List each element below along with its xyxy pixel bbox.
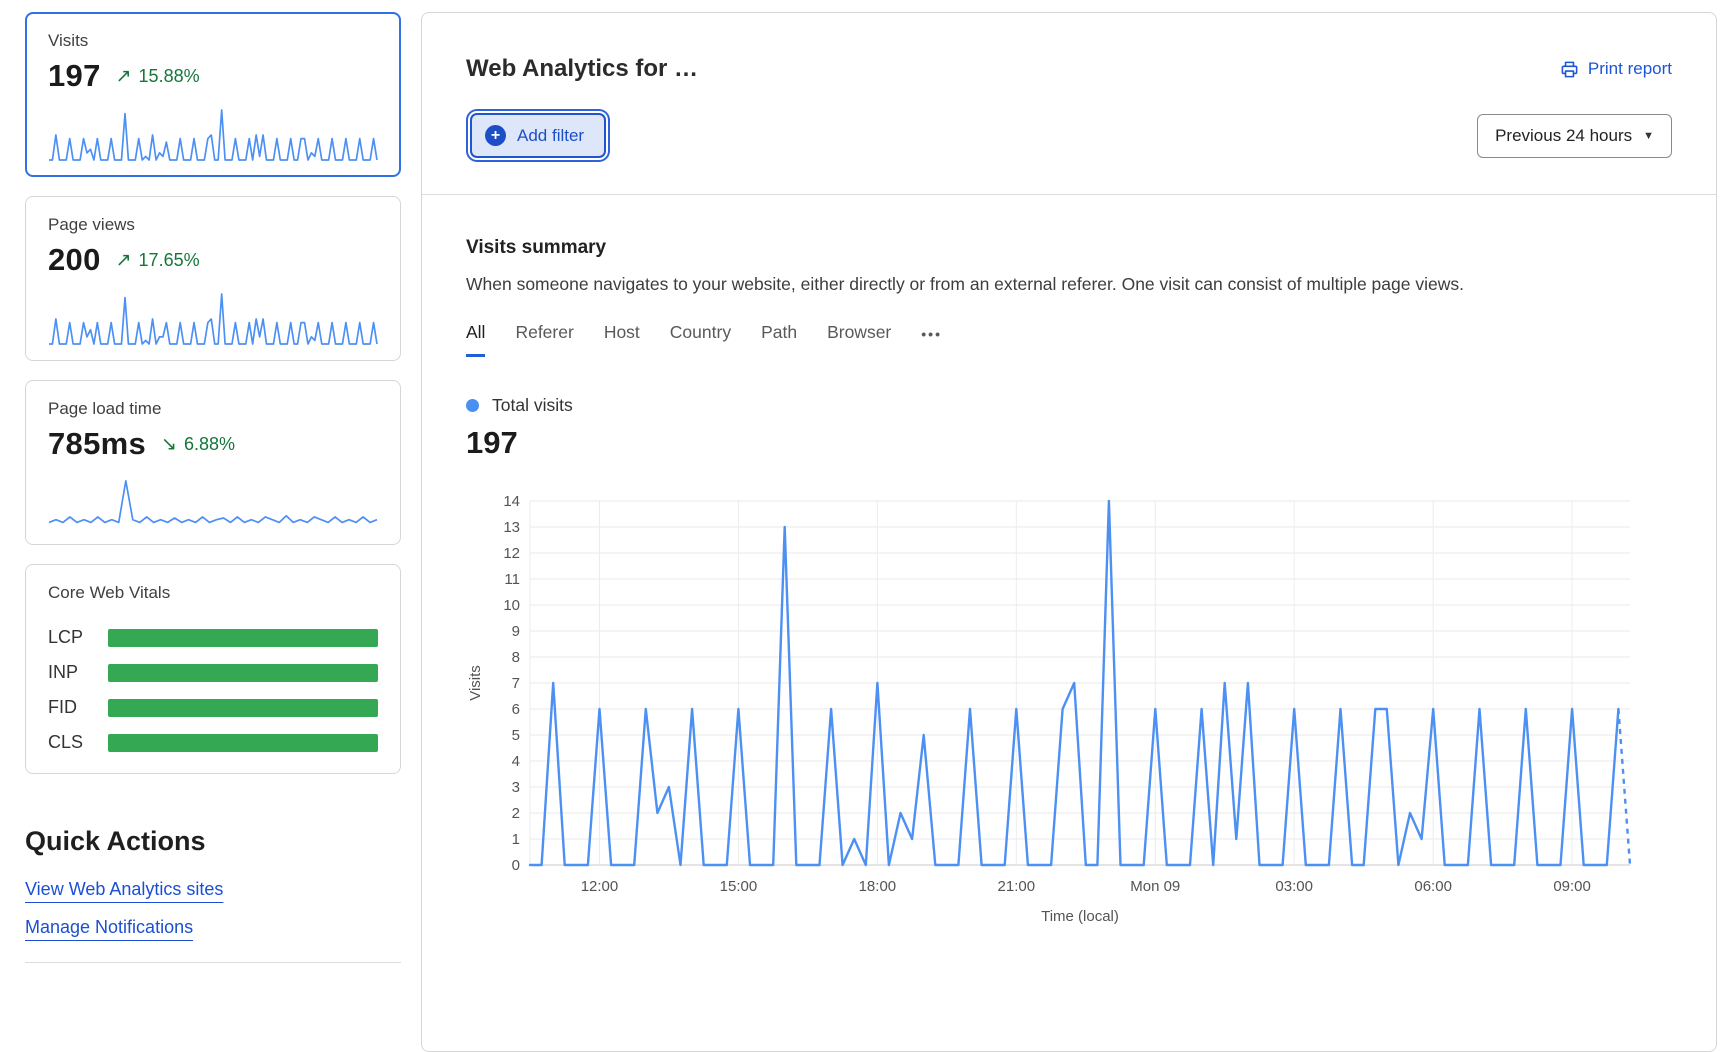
metric-card-page-views[interactable]: Page views 200 ↗ 17.65% [25, 196, 401, 361]
core-web-vitals-card[interactable]: Core Web Vitals LCP INP FID CLS [25, 564, 401, 774]
tab-browser[interactable]: Browser [827, 322, 891, 357]
manage-notifications-link[interactable]: Manage Notifications [25, 917, 193, 938]
plus-circle-icon: + [485, 125, 506, 146]
add-filter-button[interactable]: + Add filter [470, 113, 606, 158]
visits-time-series-chart[interactable]: 0123456789101112131412:0015:0018:0021:00… [466, 485, 1672, 931]
svg-text:6: 6 [512, 701, 520, 718]
vitals-label: INP [48, 662, 108, 683]
svg-text:0: 0 [512, 857, 520, 874]
trend-indicator: ↘ 6.88% [161, 434, 235, 455]
trend-percent: 17.65% [139, 250, 200, 271]
trend-up-arrow-icon: ↗ [116, 67, 132, 86]
svg-text:5: 5 [512, 727, 520, 744]
printer-icon [1560, 60, 1579, 79]
trend-up-arrow-icon: ↗ [116, 251, 132, 270]
trend-percent: 15.88% [139, 66, 200, 87]
vitals-bar-green [108, 699, 378, 717]
time-range-dropdown[interactable]: Previous 24 hours ▼ [1477, 114, 1672, 158]
metric-value: 785ms [48, 426, 146, 462]
svg-text:9: 9 [512, 623, 520, 640]
vitals-bar-green [108, 664, 378, 682]
svg-text:7: 7 [512, 675, 520, 692]
print-report-label: Print report [1588, 59, 1672, 79]
add-filter-label: Add filter [517, 126, 584, 146]
svg-text:12:00: 12:00 [581, 878, 619, 895]
dimension-tabs: All Referer Host Country Path Browser ••… [466, 322, 1672, 357]
page-load-time-sparkline [48, 475, 378, 530]
svg-text:Time (local): Time (local) [1041, 908, 1119, 925]
svg-text:8: 8 [512, 649, 520, 666]
section-description: When someone navigates to your website, … [466, 274, 1672, 295]
svg-text:18:00: 18:00 [859, 878, 897, 895]
chart-legend: Total visits [466, 395, 1672, 416]
time-range-value: Previous 24 hours [1495, 126, 1632, 146]
svg-text:4: 4 [512, 753, 520, 770]
vitals-row-fid: FID [48, 697, 378, 718]
svg-text:1: 1 [512, 831, 520, 848]
page-title: Web Analytics for … [466, 55, 698, 83]
svg-text:12: 12 [503, 545, 520, 562]
print-report-link[interactable]: Print report [1560, 59, 1672, 79]
svg-text:03:00: 03:00 [1275, 878, 1313, 895]
card-title: Page views [48, 215, 378, 235]
svg-text:11: 11 [504, 571, 520, 588]
svg-text:Visits: Visits [467, 665, 484, 701]
svg-text:10: 10 [503, 597, 520, 614]
vitals-bar-green [108, 629, 378, 647]
trend-percent: 6.88% [184, 434, 235, 455]
vitals-row-lcp: LCP [48, 627, 378, 648]
metrics-sidebar: Visits 197 ↗ 15.88% Page views 200 ↗ 17.… [25, 12, 401, 988]
svg-text:06:00: 06:00 [1414, 878, 1452, 895]
legend-label: Total visits [492, 395, 573, 416]
card-title: Visits [48, 31, 378, 51]
svg-text:2: 2 [512, 805, 520, 822]
tab-path[interactable]: Path [761, 322, 797, 357]
metric-card-visits[interactable]: Visits 197 ↗ 15.88% [25, 12, 401, 177]
svg-text:21:00: 21:00 [998, 878, 1036, 895]
vitals-label: LCP [48, 627, 108, 648]
tab-country[interactable]: Country [670, 322, 731, 357]
legend-dot-icon [466, 399, 479, 412]
svg-text:14: 14 [503, 493, 520, 510]
web-analytics-dashboard: Visits 197 ↗ 15.88% Page views 200 ↗ 17.… [0, 0, 1730, 988]
vitals-bar-green [108, 734, 378, 752]
svg-text:15:00: 15:00 [720, 878, 758, 895]
tab-host[interactable]: Host [604, 322, 640, 357]
trend-indicator: ↗ 17.65% [116, 250, 200, 271]
vitals-label: FID [48, 697, 108, 718]
vitals-row-inp: INP [48, 662, 378, 683]
page-views-sparkline [48, 291, 378, 346]
metric-card-page-load-time[interactable]: Page load time 785ms ↘ 6.88% [25, 380, 401, 545]
chevron-down-icon: ▼ [1643, 130, 1654, 142]
tab-more-overflow[interactable]: ••• [921, 322, 942, 357]
analytics-panel: Web Analytics for … Print report + A [421, 12, 1717, 1052]
sidebar-divider [25, 962, 401, 963]
card-value-row: 785ms ↘ 6.88% [48, 426, 378, 462]
visits-sparkline [48, 107, 378, 162]
tab-all[interactable]: All [466, 322, 485, 357]
svg-text:Mon 09: Mon 09 [1130, 878, 1180, 895]
svg-text:09:00: 09:00 [1553, 878, 1591, 895]
quick-actions-heading: Quick Actions [25, 826, 401, 857]
metric-value: 200 [48, 242, 101, 278]
svg-text:3: 3 [512, 779, 520, 796]
trend-indicator: ↗ 15.88% [116, 66, 200, 87]
card-value-row: 200 ↗ 17.65% [48, 242, 378, 278]
card-title: Page load time [48, 399, 378, 419]
card-title: Core Web Vitals [48, 583, 378, 603]
view-web-analytics-sites-link[interactable]: View Web Analytics sites [25, 879, 223, 900]
section-title: Visits summary [466, 237, 1672, 259]
panel-header: Web Analytics for … Print report + A [422, 13, 1716, 195]
visits-summary-section: Visits summary When someone navigates to… [422, 195, 1716, 931]
svg-text:13: 13 [503, 519, 520, 536]
trend-down-arrow-icon: ↘ [161, 435, 177, 454]
vitals-row-cls: CLS [48, 732, 378, 753]
vitals-label: CLS [48, 732, 108, 753]
card-value-row: 197 ↗ 15.88% [48, 58, 378, 94]
tab-referer[interactable]: Referer [515, 322, 573, 357]
metric-value: 197 [48, 58, 101, 94]
total-visits-value: 197 [466, 425, 1672, 461]
